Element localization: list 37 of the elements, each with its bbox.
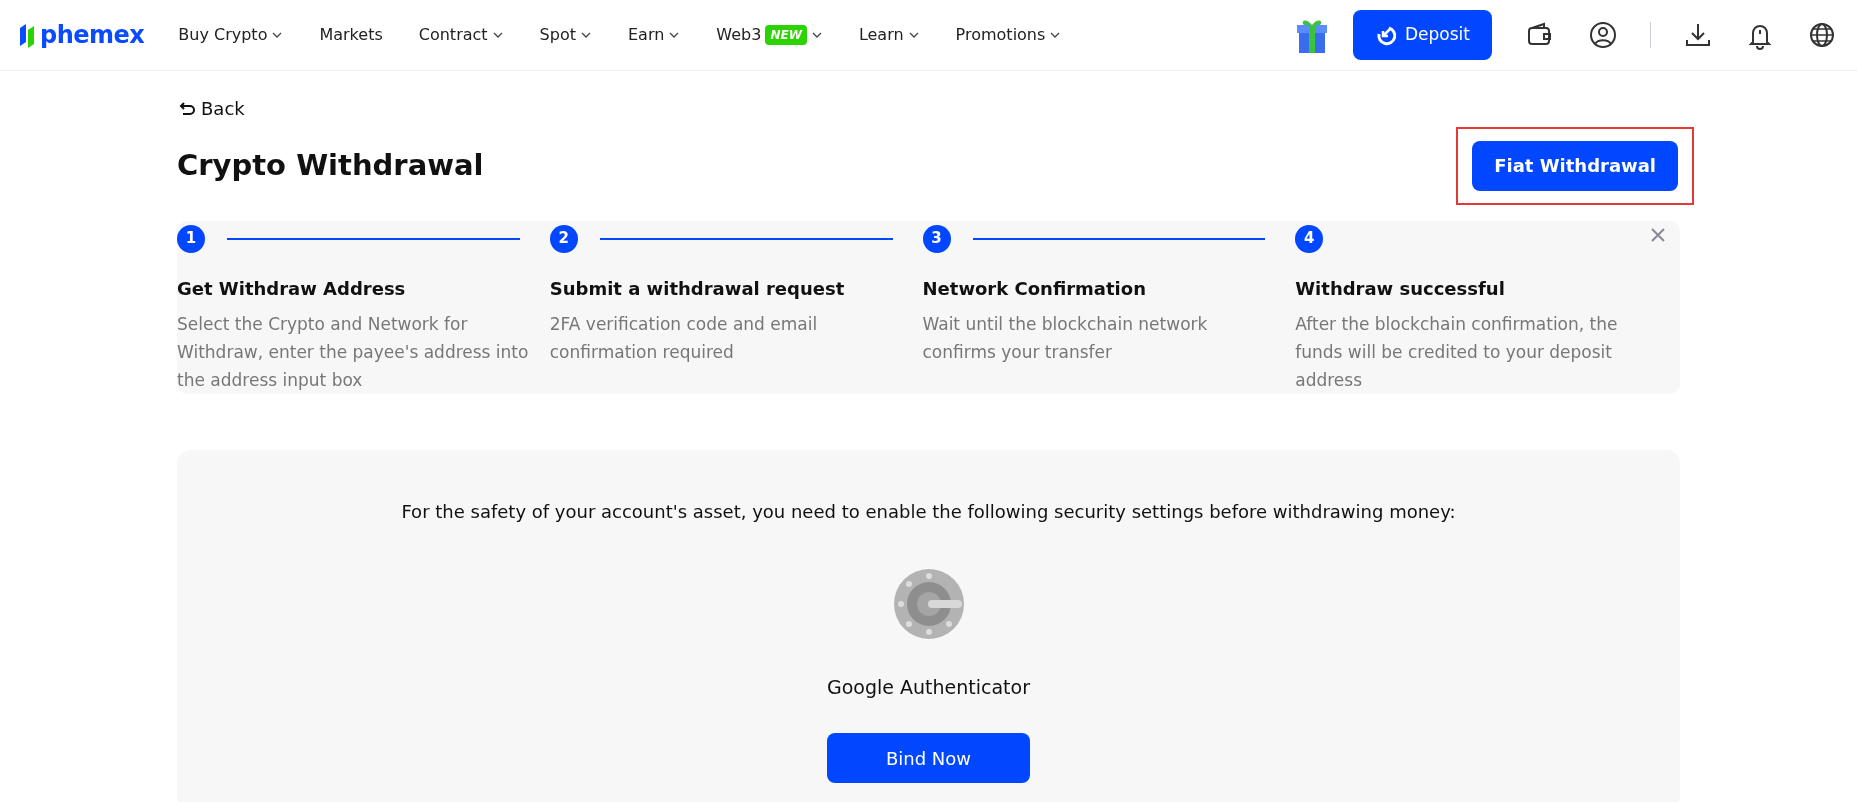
nav-menu-item[interactable]: Buy Crypto — [160, 23, 302, 47]
nav-menu-item[interactable]: Promotions — [937, 23, 1080, 47]
step-description: Select the Crypto and Network for Withdraw, enter the payee's address into the address input box — [177, 312, 530, 392]
step-number: 4 — [1295, 224, 1324, 253]
bind-now-button[interactable]: Bind Now — [827, 733, 1030, 783]
deposit-icon — [1375, 24, 1397, 46]
step-description: 2FA verification code and email confirmation required — [549, 312, 819, 364]
step-number: 2 — [549, 224, 578, 253]
authenticator-name: Google Authenticator — [827, 674, 1030, 700]
back-link[interactable]: Back — [177, 95, 245, 122]
user-icon[interactable] — [1588, 20, 1618, 50]
nav-menu-item[interactable]: Earn — [609, 23, 699, 47]
nav-menu-item[interactable]: Contract — [400, 23, 522, 47]
step-title: Withdraw successful — [1295, 276, 1506, 301]
nav-menu-item[interactable]: Spot — [521, 23, 610, 47]
authenticator-icon — [893, 568, 964, 639]
deposit-button[interactable]: Deposit — [1353, 10, 1492, 60]
logo-icon — [18, 22, 36, 48]
page-title: Crypto Withdrawal — [177, 148, 484, 183]
step-title: Submit a withdrawal request — [549, 276, 846, 301]
globe-icon[interactable] — [1807, 20, 1837, 50]
nav-menu-item[interactable]: Learn — [840, 23, 938, 47]
step-number: 1 — [177, 224, 205, 253]
close-icon[interactable] — [1650, 226, 1666, 243]
step-description: Wait until the blockchain network confirms your transfer — [922, 312, 1209, 364]
new-badge: NEW — [765, 25, 807, 45]
nav-menu-item[interactable]: Web3 NEW — [698, 23, 841, 47]
nav-menu-item[interactable]: Markets — [301, 23, 401, 47]
fiat-withdrawal-button[interactable]: Fiat Withdrawal — [1472, 140, 1678, 191]
brand-logo[interactable]: phemex — [18, 17, 145, 53]
brand-name: phemex — [40, 20, 145, 51]
back-arrow-icon — [177, 99, 195, 118]
security-message: For the safety of your account's asset, you need to enable the following security settings before withdrawing money: — [401, 499, 1456, 524]
step-number: 3 — [922, 224, 951, 253]
step-title: Get Withdraw Address — [177, 276, 407, 301]
step-title: Network Confirmation — [922, 276, 1147, 301]
step-description: After the blockchain confirmation, the funds will be credited to your deposit address — [1295, 312, 1619, 392]
